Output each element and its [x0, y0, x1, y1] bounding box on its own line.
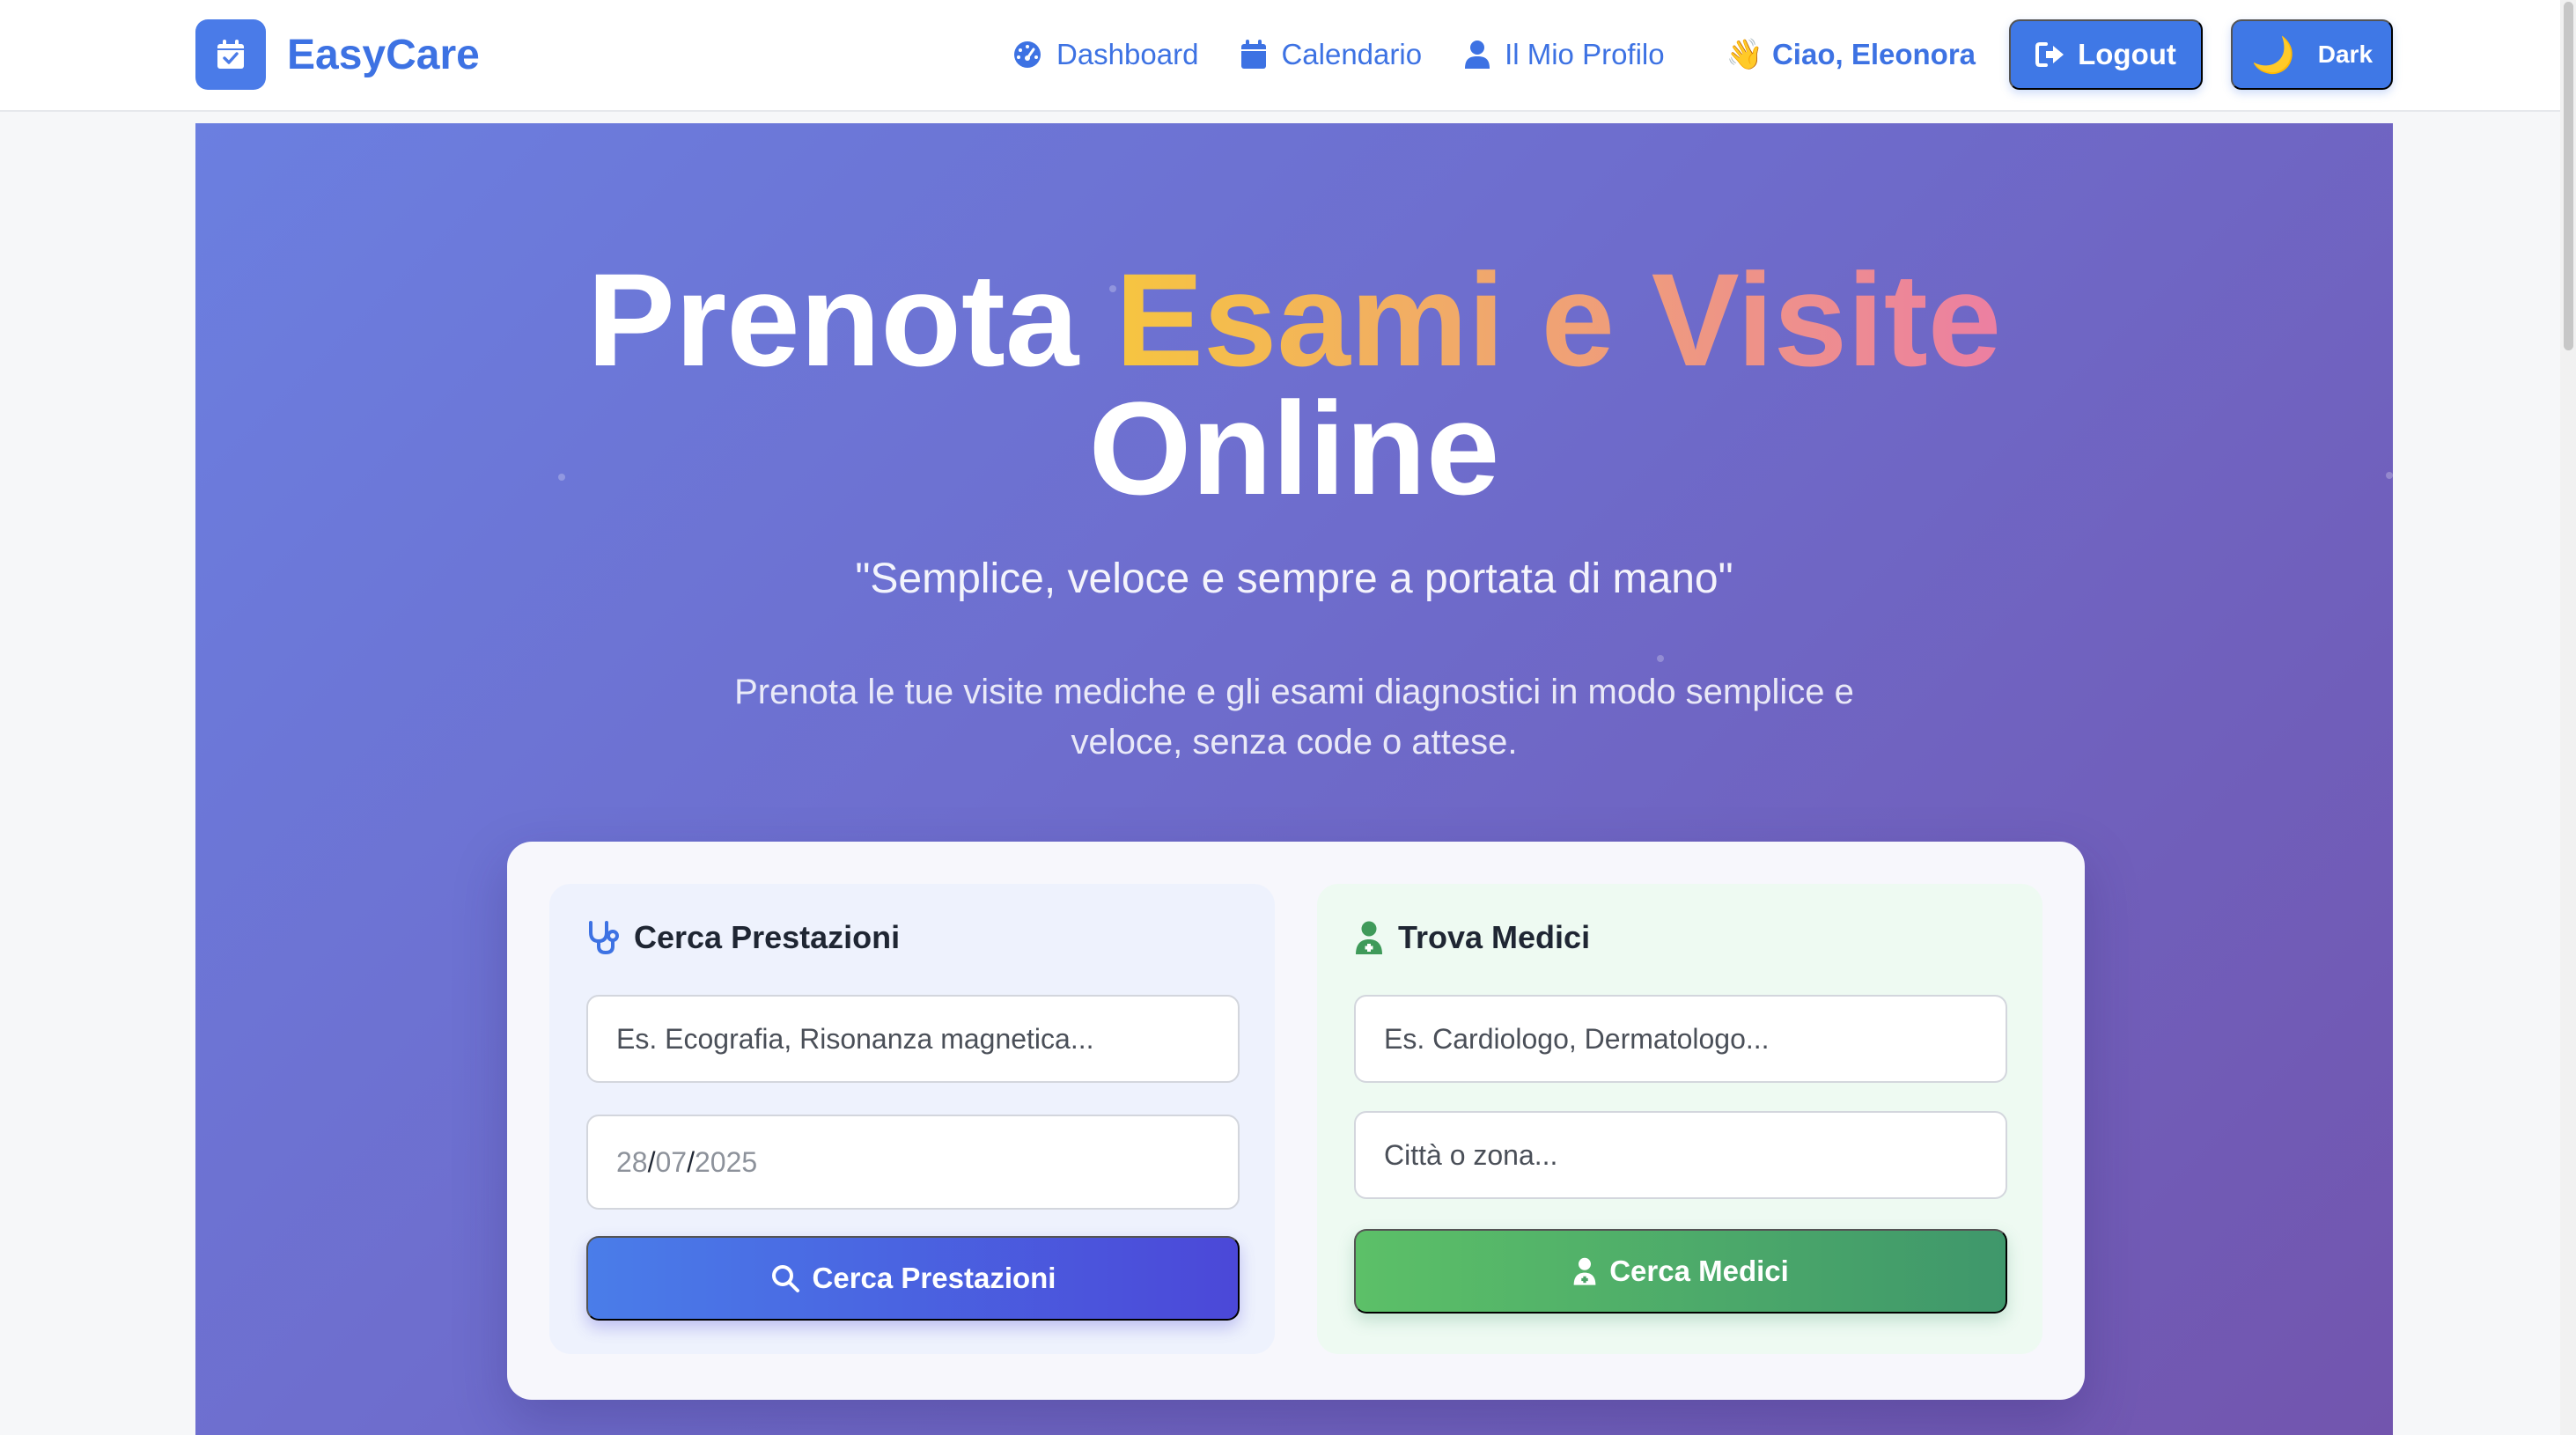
date-input[interactable]: 28 / 07 / 2025 — [586, 1115, 1240, 1210]
logout-button[interactable]: Logout — [2009, 19, 2203, 90]
specialty-search-placeholder: Es. Cardiologo, Dermatologo... — [1384, 1022, 1770, 1055]
scrollbar-thumb[interactable] — [2564, 2, 2573, 350]
hero-title: Prenota Esami e Visite Online — [195, 254, 2393, 514]
theme-toggle-label: Dark — [2317, 40, 2374, 68]
search-services-title: Cerca Prestazioni — [634, 919, 901, 955]
stethoscope-icon — [589, 921, 619, 955]
waving-hand-icon: 👋 — [1726, 37, 1763, 72]
hero-section: Prenota Esami e Visite Online "Semplice,… — [195, 123, 2393, 1435]
hero-title-highlight: Esami e Visite — [1115, 246, 2002, 394]
calendar-check-icon — [195, 19, 266, 90]
calendar-icon — [1241, 40, 1267, 69]
hero-description: Prenota le tue visite mediche e gli esam… — [734, 673, 1854, 762]
nav-links: Dashboard Calendario Il Mio Profilo 👋 Ci… — [1012, 0, 1976, 109]
search-doctors-button[interactable]: Cerca Medici — [1354, 1229, 2007, 1314]
search-services-button[interactable]: Cerca Prestazioni — [586, 1236, 1240, 1321]
nav-link-calendar-label: Calendario — [1281, 38, 1423, 70]
user-icon — [1465, 40, 1490, 69]
nav-link-profile[interactable]: Il Mio Profilo — [1464, 38, 1665, 71]
date-day: 28 — [616, 1145, 648, 1178]
nav-link-calendar[interactable]: Calendario — [1240, 38, 1422, 71]
search-icon — [771, 1265, 799, 1292]
nav-link-dashboard[interactable]: Dashboard — [1012, 38, 1198, 71]
decorative-dot — [1657, 655, 1664, 662]
search-doctors-header: Trova Medici — [1354, 919, 1590, 956]
gauge-icon — [1014, 41, 1041, 68]
service-search-input[interactable]: Es. Ecografia, Risonanza magnetica... — [586, 995, 1240, 1083]
moon-icon: 🌙 — [2250, 34, 2295, 76]
search-doctors-panel: Trova Medici Es. Cardiologo, Dermatologo… — [1317, 884, 2042, 1354]
sign-out-icon — [2035, 42, 2064, 67]
user-greeting: 👋 Ciao, Eleonora — [1726, 37, 1976, 72]
nav-link-dashboard-label: Dashboard — [1056, 38, 1199, 70]
brand-name: EasyCare — [287, 31, 480, 78]
search-services-button-label: Cerca Prestazioni — [812, 1262, 1056, 1294]
theme-toggle-button[interactable]: 🌙 Dark — [2231, 19, 2393, 90]
service-search-placeholder: Es. Ecografia, Risonanza magnetica... — [616, 1022, 1094, 1055]
brand[interactable]: EasyCare — [195, 19, 480, 90]
specialty-search-input[interactable]: Es. Cardiologo, Dermatologo... — [1354, 995, 2007, 1083]
user-doctor-icon — [1356, 921, 1382, 954]
location-placeholder: Città o zona... — [1384, 1138, 1558, 1171]
search-services-header: Cerca Prestazioni — [586, 919, 900, 956]
hero-title-part1: Prenota — [586, 246, 1115, 394]
date-year: 2025 — [694, 1145, 758, 1178]
navbar: EasyCare Dashboard Calendario Il Mio Pro… — [0, 0, 2576, 112]
search-services-panel: Cerca Prestazioni Es. Ecografia, Risonan… — [549, 884, 1275, 1354]
logout-button-label: Logout — [2078, 38, 2176, 70]
search-doctors-title: Trova Medici — [1398, 919, 1591, 955]
search-doctors-button-label: Cerca Medici — [1609, 1255, 1789, 1287]
user-greeting-label: Ciao, Eleonora — [1771, 38, 1976, 70]
date-month: 07 — [655, 1145, 688, 1178]
search-card: Cerca Prestazioni Es. Ecografia, Risonan… — [507, 842, 2085, 1400]
user-doctor-icon — [1573, 1257, 1596, 1285]
hero-title-part2: Online — [1088, 374, 1500, 522]
nav-link-profile-label: Il Mio Profilo — [1505, 38, 1665, 70]
location-input[interactable]: Città o zona... — [1354, 1111, 2007, 1199]
hero-quote: "Semplice, veloce e sempre a portata di … — [855, 556, 1733, 602]
